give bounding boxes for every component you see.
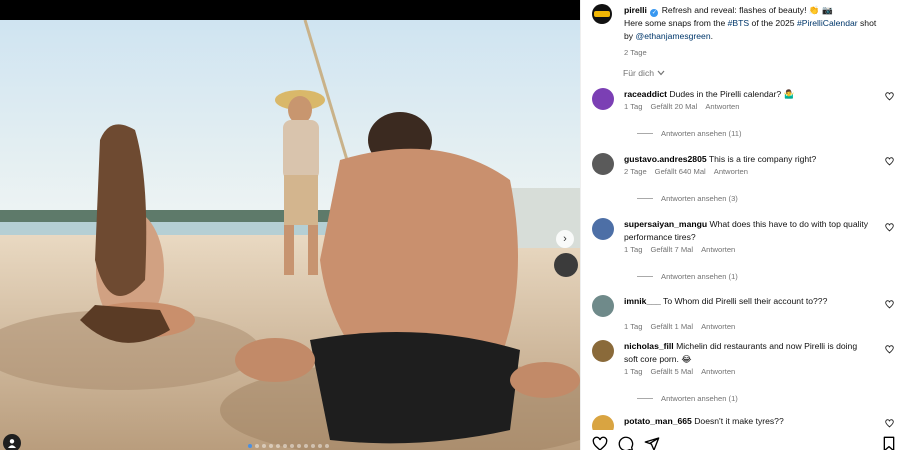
- comment-likes[interactable]: Gefällt 640 Mal: [655, 167, 706, 176]
- comment-username[interactable]: imnik___: [624, 296, 661, 306]
- comment-username[interactable]: supersaiyan_mangu: [624, 219, 707, 229]
- avatar[interactable]: [592, 340, 614, 362]
- heart-icon[interactable]: [885, 419, 894, 428]
- comment-username[interactable]: gustavo.andres2805: [624, 154, 707, 164]
- comment-likes[interactable]: Gefällt 5 Mal: [650, 367, 693, 376]
- comments-scroll[interactable]: pirelli ✓ Refresh and reveal: flashes of…: [581, 0, 900, 430]
- comment-meta: 1 Tag Gefällt 5 Mal Antworten: [624, 367, 735, 376]
- comment-text: This is a tire company right?: [708, 154, 817, 164]
- carousel-dot: [325, 444, 329, 448]
- reply-button[interactable]: Antworten: [714, 167, 748, 176]
- heart-icon[interactable]: [885, 92, 894, 101]
- carousel-dot: [304, 444, 308, 448]
- carousel-dot: [297, 444, 301, 448]
- user-icon[interactable]: [3, 434, 21, 450]
- comment-time: 1 Tag: [624, 102, 643, 111]
- comment-username[interactable]: potato_man_665: [624, 416, 692, 426]
- caption-username[interactable]: pirelli: [624, 5, 647, 15]
- verified-icon: ✓: [650, 9, 659, 17]
- carousel-dot: [311, 444, 315, 448]
- reply-button[interactable]: Antworten: [705, 102, 739, 111]
- reply-button[interactable]: Antworten: [701, 245, 735, 254]
- comment-meta: 1 Tag Gefällt 7 Mal Antworten: [624, 245, 735, 254]
- sort-dropdown[interactable]: Für dich: [623, 68, 665, 78]
- carousel-dot: [283, 444, 287, 448]
- heart-icon[interactable]: [885, 345, 894, 354]
- chevron-right-icon[interactable]: ›: [556, 230, 574, 248]
- avatar[interactable]: [592, 153, 614, 175]
- comment-likes[interactable]: Gefällt 20 Mal: [650, 102, 697, 111]
- carousel-dot: [248, 444, 252, 448]
- heart-icon[interactable]: [592, 436, 608, 450]
- chevron-down-icon: [657, 70, 665, 76]
- comment-username[interactable]: nicholas_fill: [624, 341, 674, 351]
- carousel-dot: [262, 444, 266, 448]
- heart-icon[interactable]: [885, 300, 894, 309]
- comment-text: To Whom did Pirelli sell their account t…: [663, 296, 828, 306]
- carousel-dot: [318, 444, 322, 448]
- carousel-dot: [276, 444, 280, 448]
- action-bar: [581, 433, 900, 450]
- hashtag-bts[interactable]: #BTS: [728, 18, 750, 28]
- carousel-dots: [248, 444, 329, 448]
- comment-time: 1 Tag: [624, 245, 643, 254]
- view-replies-button[interactable]: Antworten ansehen (11): [637, 129, 742, 138]
- view-replies-button[interactable]: Antworten ansehen (3): [637, 194, 738, 203]
- comment-time: 1 Tag: [624, 367, 643, 376]
- comment-meta: 1 Tag Gefällt 20 Mal Antworten: [624, 102, 740, 111]
- avatar[interactable]: [592, 88, 614, 110]
- bookmark-icon[interactable]: [881, 436, 897, 450]
- hashtag-pirellicalendar[interactable]: #PirelliCalendar: [797, 18, 858, 28]
- share-icon[interactable]: [644, 436, 660, 450]
- comment-time: 2 Tage: [624, 167, 647, 176]
- heart-icon[interactable]: [885, 223, 894, 232]
- avatar[interactable]: [592, 295, 614, 317]
- comment-time: 1 Tag: [624, 322, 643, 331]
- comments-panel: pirelli ✓ Refresh and reveal: flashes of…: [580, 0, 900, 450]
- reply-button[interactable]: Antworten: [701, 322, 735, 331]
- post-media: ›: [0, 0, 580, 450]
- caption-line1: Refresh and reveal: flashes of beauty! 👏…: [661, 5, 833, 15]
- mention-ethanjamesgreen[interactable]: @ethanjamesgreen: [635, 31, 710, 41]
- heart-icon[interactable]: [885, 157, 894, 166]
- carousel-dot: [269, 444, 273, 448]
- comment-meta: 1 Tag Gefällt 1 Mal Antworten: [624, 322, 735, 331]
- comment-username[interactable]: raceaddict: [624, 89, 667, 99]
- comment-icon[interactable]: [618, 436, 634, 450]
- comment-likes[interactable]: Gefällt 7 Mal: [650, 245, 693, 254]
- avatar[interactable]: [592, 4, 612, 24]
- carousel-dot: [290, 444, 294, 448]
- post-time: 2 Tage: [624, 48, 647, 57]
- reply-button[interactable]: Antworten: [701, 367, 735, 376]
- comment-text: Doesn't it make tyres??: [694, 416, 784, 426]
- view-replies-button[interactable]: Antworten ansehen (1): [637, 272, 738, 281]
- avatar[interactable]: [592, 218, 614, 240]
- post-photo: [0, 20, 580, 450]
- carousel-dot: [255, 444, 259, 448]
- view-replies-button[interactable]: Antworten ansehen (1): [637, 394, 738, 403]
- comment-text: Dudes in the Pirelli calendar? 🤷‍♂️: [669, 89, 795, 99]
- comment-meta: 2 Tage Gefällt 640 Mal Antworten: [624, 167, 748, 176]
- comment-likes[interactable]: Gefällt 1 Mal: [650, 322, 693, 331]
- avatar[interactable]: [592, 415, 614, 430]
